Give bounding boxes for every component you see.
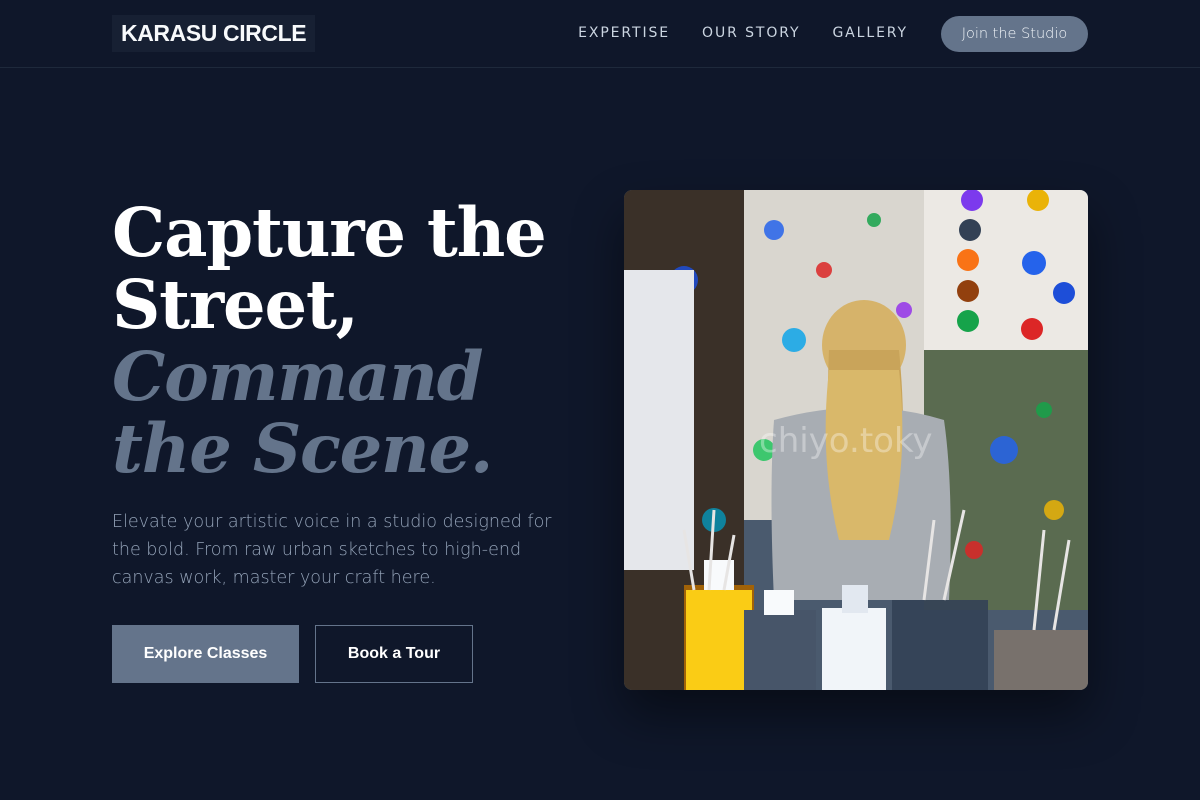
- site-header: KARASU CIRCLE EXPERTISE OUR STORY GALLER…: [0, 0, 1200, 68]
- image-watermark: chiyo.toky: [759, 421, 933, 461]
- explore-classes-button[interactable]: Explore Classes: [112, 625, 299, 683]
- nav-link-expertise[interactable]: EXPERTISE: [578, 25, 670, 41]
- hero-image: chiyo.toky: [624, 190, 1088, 690]
- join-studio-button[interactable]: Join the Studio: [941, 16, 1088, 52]
- brand-logo[interactable]: KARASU CIRCLE: [112, 15, 316, 52]
- nav-link-gallery[interactable]: GALLERY: [832, 25, 908, 41]
- hero-title-line1: Capture the Street,: [112, 193, 547, 344]
- hero-title-line2: Command the Scene.: [112, 337, 493, 488]
- hero-description: Elevate your artistic voice in a studio …: [112, 512, 552, 588]
- studio-photo-illustration: chiyo.toky: [624, 190, 1088, 690]
- book-tour-button[interactable]: Book a Tour: [315, 625, 473, 683]
- hero-title: Capture the Street, Command the Scene.: [112, 197, 592, 485]
- nav-link-our-story[interactable]: OUR STORY: [702, 25, 800, 41]
- main-nav: EXPERTISE OUR STORY GALLERY: [578, 0, 908, 66]
